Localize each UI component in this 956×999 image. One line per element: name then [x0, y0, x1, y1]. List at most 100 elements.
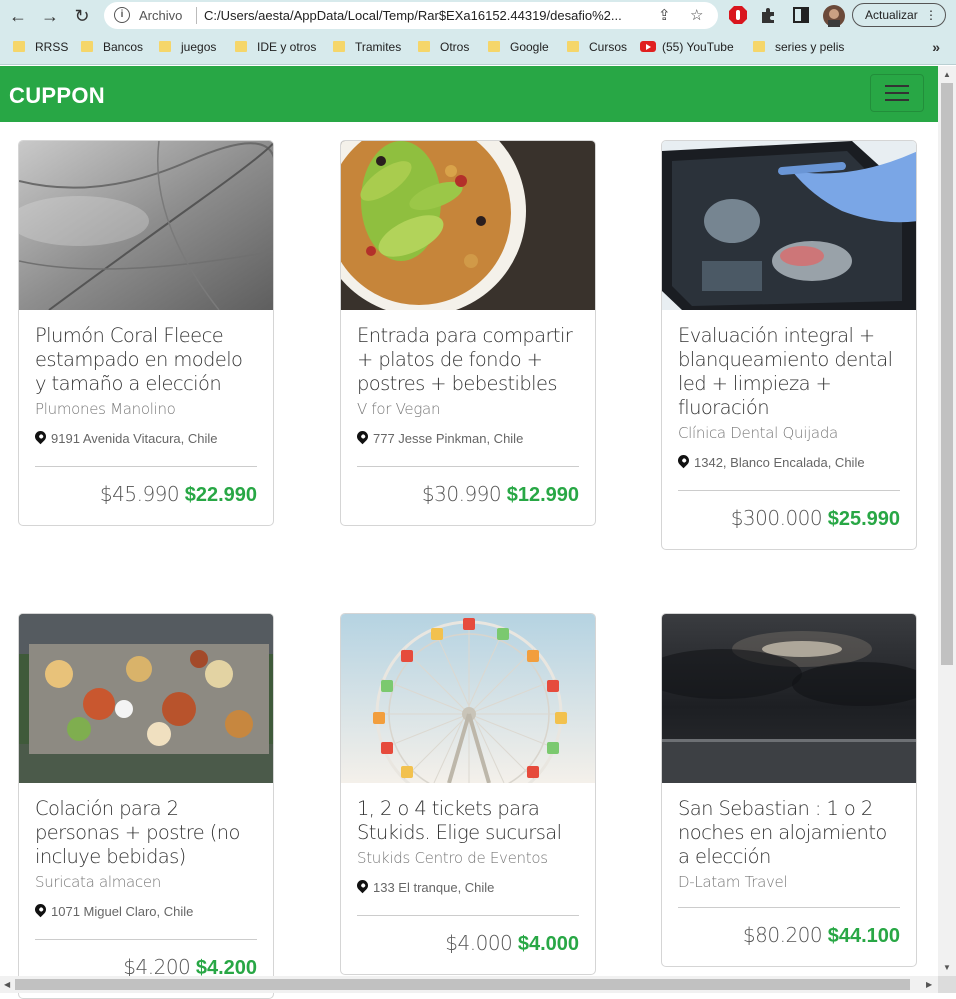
folder-icon — [235, 41, 247, 52]
folder-icon — [333, 41, 345, 52]
vertical-scrollbar-thumb[interactable] — [941, 83, 953, 665]
card-address-text: 1342, Blanco Encalada, Chile — [694, 455, 865, 470]
card-vendor: D-Latam Travel — [678, 873, 788, 891]
share-icon[interactable]: ⇪ — [658, 6, 671, 24]
card-address: 777 Jesse Pinkman, Chile — [354, 428, 579, 450]
map-pin-icon — [32, 428, 49, 445]
card-prices: $300.000 $25.990 — [678, 491, 900, 549]
scrollbar-corner — [938, 976, 956, 993]
horizontal-scrollbar-thumb[interactable] — [15, 979, 910, 990]
bookmark-item[interactable]: Google — [488, 40, 549, 54]
bookmark-label: juegos — [181, 40, 217, 54]
bookmark-label: Otros — [440, 40, 470, 54]
new-price: $44.100 — [827, 925, 900, 947]
chevron-double-right-icon[interactable]: » — [932, 39, 940, 55]
bookmark-label: RRSS — [35, 40, 69, 54]
extensions-puzzle-icon[interactable] — [759, 5, 779, 25]
browser-toolbar: ← → ↻ i Archivo C:/Users/aesta/AppData/L… — [0, 0, 956, 32]
coupon-card[interactable]: Colación para 2 personas + postre (no in… — [18, 613, 274, 999]
card-address: 1071 Miguel Claro, Chile — [32, 901, 257, 923]
side-panel-icon[interactable] — [791, 5, 811, 25]
card-image-shared-food-table — [19, 614, 273, 783]
card-address: 133 El tranque, Chile — [354, 877, 579, 899]
scroll-left-arrow-icon[interactable]: ◀ — [4, 980, 10, 989]
update-button-label: Actualizar — [865, 8, 918, 22]
profile-avatar[interactable] — [823, 5, 845, 27]
site-navbar: CUPPON — [0, 66, 938, 122]
card-title[interactable]: San Sebastian : 1 o 2 noches en alojamie… — [678, 797, 900, 869]
card-title[interactable]: 1, 2 o 4 tickets para Stukids. Elige suc… — [357, 797, 579, 845]
card-address: 1342, Blanco Encalada, Chile — [675, 452, 900, 474]
card-address-text: 1071 Miguel Claro, Chile — [51, 904, 194, 919]
bookmark-label: Bancos — [103, 40, 144, 54]
folder-icon — [81, 41, 93, 52]
coupon-card[interactable]: 1, 2 o 4 tickets para Stukids. Elige suc… — [340, 613, 596, 975]
address-url[interactable]: C:/Users/aesta/AppData/Local/Temp/Rar$EX… — [204, 8, 644, 23]
forward-arrow-icon[interactable]: → — [38, 4, 62, 28]
card-title[interactable]: Colación para 2 personas + postre (no in… — [35, 797, 257, 869]
bookmark-item[interactable]: IDE y otros — [235, 40, 316, 54]
card-vendor: Plumones Manolino — [35, 400, 176, 418]
bookmark-label: (55) YouTube — [662, 40, 734, 54]
card-prices: $30.990 $12.990 — [357, 467, 579, 525]
folder-icon — [567, 41, 579, 52]
old-price: $300.000 — [730, 506, 823, 530]
card-image-dental-xray-tablet — [662, 141, 916, 310]
map-pin-icon — [675, 452, 692, 469]
bookmark-item[interactable]: Tramites — [333, 40, 401, 54]
bookmark-item[interactable]: Bancos — [81, 40, 143, 54]
folder-icon — [488, 41, 500, 52]
coupon-card[interactable]: Plumón Coral Fleece estampado en modelo … — [18, 140, 274, 526]
more-menu-icon[interactable]: ⋮ — [925, 4, 937, 26]
bookmark-item[interactable]: Otros — [418, 40, 469, 54]
hamburger-line — [885, 99, 909, 101]
bookmark-label: series y pelis — [775, 40, 845, 54]
back-arrow-icon[interactable]: ← — [6, 4, 30, 28]
bookmark-label: IDE y otros — [257, 40, 317, 54]
bookmark-item[interactable]: Cursos — [567, 40, 627, 54]
bookmark-star-icon[interactable]: ☆ — [690, 6, 703, 24]
old-price: $30.990 — [421, 482, 502, 506]
bookmark-item[interactable]: series y pelis — [753, 40, 844, 54]
address-scheme-label: Archivo — [139, 8, 183, 23]
new-price: $22.990 — [184, 484, 257, 506]
update-button[interactable]: Actualizar ⋮ — [852, 3, 946, 27]
card-title[interactable]: Plumón Coral Fleece estampado en modelo … — [35, 324, 257, 396]
card-address-text: 133 El tranque, Chile — [373, 880, 495, 895]
scroll-up-arrow-icon[interactable]: ▲ — [943, 70, 951, 79]
bookmark-label: Tramites — [355, 40, 402, 54]
brand-logo[interactable]: CUPPON — [9, 83, 105, 109]
reload-icon[interactable]: ↻ — [70, 4, 94, 28]
bookmark-item[interactable]: juegos — [159, 40, 216, 54]
coupon-card[interactable]: Entrada para compartir + platos de fondo… — [340, 140, 596, 526]
coupon-card[interactable]: Evaluación integral + blanqueamiento den… — [661, 140, 917, 550]
folder-icon — [159, 41, 171, 52]
new-price: $25.990 — [827, 508, 900, 530]
card-image-avocado-salad-bowl — [341, 141, 595, 310]
scroll-right-arrow-icon[interactable]: ▶ — [926, 980, 932, 989]
card-prices: $4.000 $4.000 — [357, 916, 579, 974]
bookmark-item[interactable]: RRSS — [13, 40, 68, 54]
card-prices: $80.200 $44.100 — [678, 908, 900, 966]
folder-icon — [418, 41, 430, 52]
card-title[interactable]: Entrada para compartir + platos de fondo… — [357, 324, 579, 396]
bookmark-item[interactable]: (55) YouTube — [640, 40, 734, 54]
card-prices: $45.990 $22.990 — [35, 467, 257, 525]
card-title[interactable]: Evaluación integral + blanqueamiento den… — [678, 324, 900, 420]
hamburger-menu-button[interactable] — [870, 74, 924, 112]
bookmarks-bar: RRSS Bancos juegos IDE y otros Tramites … — [0, 32, 956, 65]
scroll-down-arrow-icon[interactable]: ▼ — [943, 963, 951, 972]
folder-icon — [13, 41, 25, 52]
youtube-icon — [640, 41, 656, 52]
coupon-card[interactable]: San Sebastian : 1 o 2 noches en alojamie… — [661, 613, 917, 967]
card-address-text: 9191 Avenida Vitacura, Chile — [51, 431, 218, 446]
folder-icon — [753, 41, 765, 52]
card-vendor: Stukids Centro de Eventos — [357, 849, 548, 867]
info-icon[interactable]: i — [114, 7, 130, 23]
new-price: $12.990 — [506, 484, 579, 506]
bookmark-label: Cursos — [589, 40, 628, 54]
address-bar[interactable]: i Archivo C:/Users/aesta/AppData/Local/T… — [104, 2, 718, 29]
card-vendor: V for Vegan — [357, 400, 441, 418]
adblock-extension-icon[interactable] — [728, 5, 748, 25]
card-address: 9191 Avenida Vitacura, Chile — [32, 428, 257, 450]
